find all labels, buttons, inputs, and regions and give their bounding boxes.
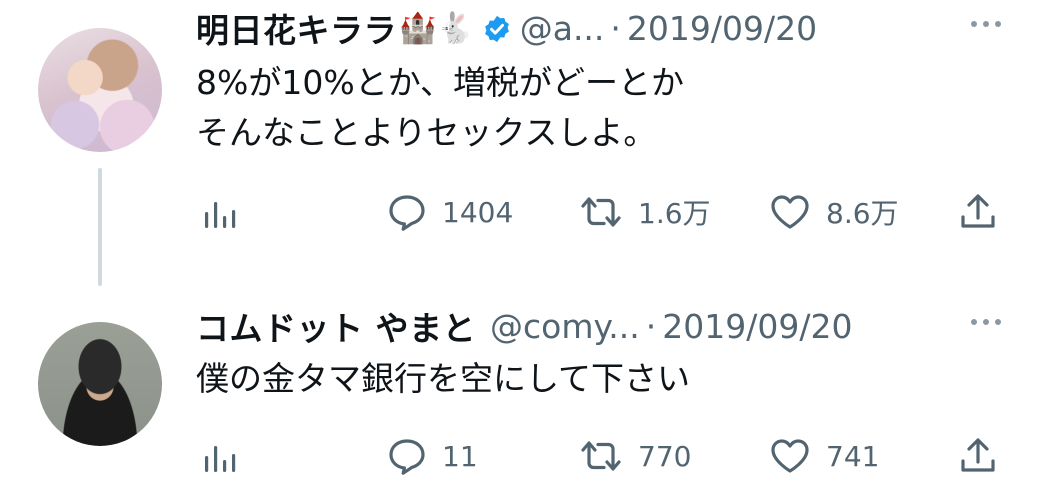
avatar[interactable]	[38, 322, 162, 446]
analytics-button[interactable]	[202, 190, 236, 234]
reply-count: 11	[442, 439, 478, 473]
retweet-button[interactable]: 770	[578, 434, 691, 478]
reply-button[interactable]: 11	[386, 434, 478, 478]
tweet-text-line: そんなことよりセックスしよ。	[196, 113, 657, 152]
share-icon	[958, 192, 998, 232]
more-icon[interactable]	[968, 14, 1004, 34]
tweet-text: 僕の金タマ銀行を空にして下さい	[196, 354, 690, 404]
retweet-count: 770	[638, 439, 692, 473]
user-handle[interactable]: @comy...	[490, 307, 640, 346]
retweet-icon	[578, 436, 624, 476]
like-count: 741	[826, 439, 880, 473]
share-button[interactable]	[958, 190, 998, 234]
separator-dot: ·	[645, 306, 657, 346]
share-button[interactable]	[958, 434, 998, 478]
tweet-actions: 11 770 741	[196, 434, 1006, 478]
more-icon[interactable]	[968, 312, 1004, 332]
avatar[interactable]	[38, 28, 162, 152]
tweet[interactable]: コムドット やまと @comy... · 2019/09/20 僕の金タマ銀行を…	[0, 300, 1050, 485]
retweet-button[interactable]: 1.6万	[578, 190, 711, 234]
reply-icon	[386, 192, 428, 232]
tweet-text-line: 8%が10%とか、増税がどーとか	[196, 63, 685, 102]
reply-button[interactable]: 1404	[386, 190, 513, 234]
retweet-icon	[578, 192, 624, 232]
analytics-button[interactable]	[202, 434, 236, 478]
reply-icon	[386, 436, 428, 476]
user-handle[interactable]: @a...	[520, 9, 605, 48]
tweet-actions: 1404 1.6万 8.6万	[196, 190, 1006, 234]
tweet-thread: 明日花キララ 🏰🐇 @a... · 2019/09/20 8%が10%とか、増税…	[0, 0, 1050, 485]
tweet-text-line: 僕の金タマ銀行を空にして下さい	[196, 359, 691, 398]
name-emoji: 🏰🐇	[399, 10, 474, 46]
separator-dot: ·	[610, 8, 621, 48]
retweet-count: 1.6万	[638, 197, 711, 230]
like-count: 8.6万	[826, 197, 899, 230]
analytics-icon	[202, 436, 236, 476]
analytics-icon	[202, 192, 236, 232]
display-name[interactable]: 明日花キララ	[196, 4, 397, 52]
tweet[interactable]: 明日花キララ 🏰🐇 @a... · 2019/09/20 8%が10%とか、増税…	[0, 0, 1050, 300]
tweet-text: 8%が10%とか、増税がどーとか そんなことよりセックスしよ。	[196, 58, 684, 158]
heart-icon	[768, 192, 812, 232]
tweet-header: コムドット やまと @comy... · 2019/09/20	[196, 302, 852, 350]
like-button[interactable]: 8.6万	[768, 190, 899, 234]
tweet-header: 明日花キララ 🏰🐇 @a... · 2019/09/20	[196, 4, 817, 52]
verified-badge-icon	[482, 13, 512, 43]
tweet-date[interactable]: 2019/09/20	[662, 307, 852, 346]
heart-icon	[768, 436, 812, 476]
reply-count: 1404	[442, 195, 514, 229]
share-icon	[958, 436, 998, 476]
tweet-date[interactable]: 2019/09/20	[627, 9, 817, 48]
like-button[interactable]: 741	[768, 434, 879, 478]
thread-connector-line	[98, 168, 102, 286]
display-name[interactable]: コムドット やまと	[196, 302, 476, 350]
